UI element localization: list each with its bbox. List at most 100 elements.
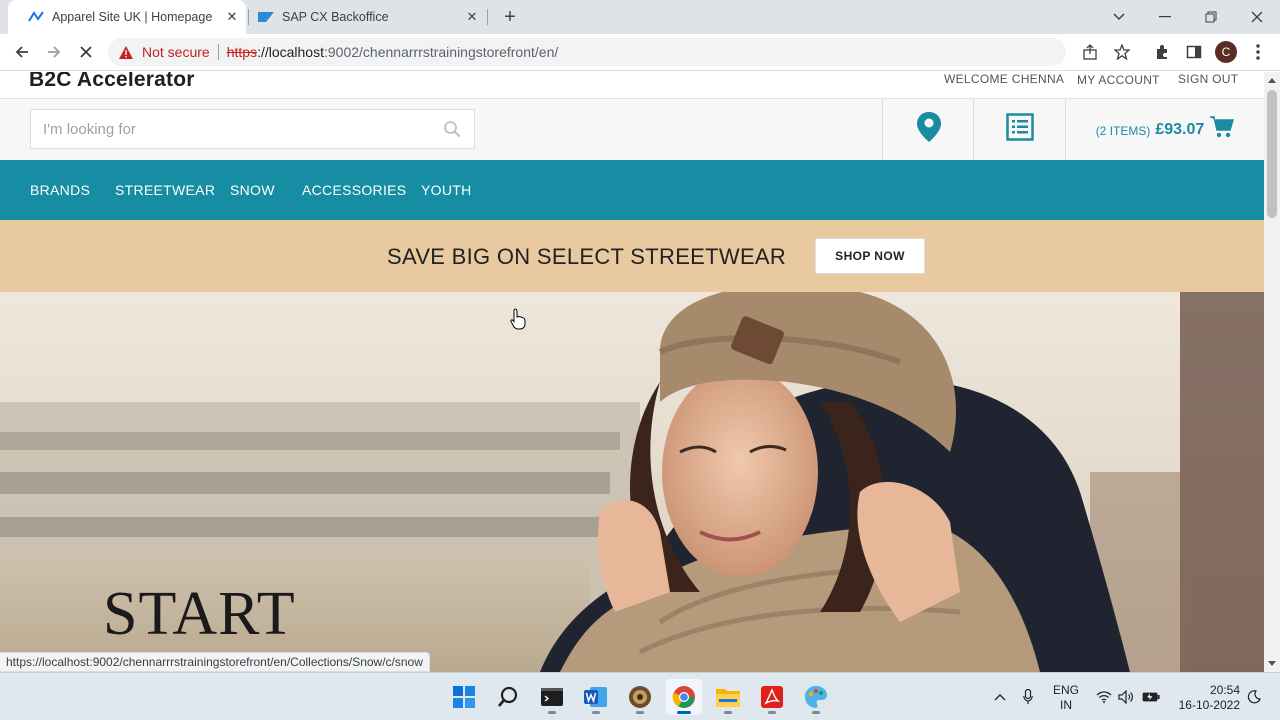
language-indicator[interactable]: ENG IN xyxy=(1048,683,1084,713)
running-indicator xyxy=(812,711,820,714)
nav-streetwear[interactable]: STREETWEAR xyxy=(115,182,215,198)
chrome-icon xyxy=(672,686,695,708)
bookmark-star-icon[interactable] xyxy=(1113,43,1131,61)
url-scheme: https xyxy=(226,44,258,60)
sap-favicon-icon xyxy=(28,9,44,25)
side-panel-icon[interactable] xyxy=(1185,43,1203,61)
security-label[interactable]: Not secure xyxy=(142,44,210,60)
profile-avatar[interactable]: C xyxy=(1215,41,1237,63)
scroll-down-arrow-icon[interactable] xyxy=(1268,661,1276,666)
nav-brands[interactable]: BRANDS xyxy=(30,182,90,198)
battery-status[interactable] xyxy=(1140,673,1162,720)
acrobat-app[interactable] xyxy=(754,679,790,715)
tab-title: Apparel Site UK | Homepage xyxy=(52,10,213,24)
url-host: ://localhost xyxy=(257,44,324,60)
new-tab-button[interactable]: + xyxy=(498,5,522,29)
chrome-app[interactable] xyxy=(666,679,702,715)
microphone-button[interactable] xyxy=(1018,673,1038,720)
stop-loading-button[interactable] xyxy=(73,39,99,65)
warning-icon[interactable] xyxy=(118,44,134,60)
menu-kebab-icon[interactable] xyxy=(1249,43,1267,61)
speaker-icon xyxy=(1118,690,1133,704)
windows-taskbar: ENG IN 20:54 16-10-2022 xyxy=(0,672,1280,720)
site-top-bar: B2C Accelerator WELCOME CHENNA MY ACCOUN… xyxy=(0,72,1264,99)
store-finder-button[interactable] xyxy=(882,99,974,160)
address-bar[interactable]: Not secure https://localhost:9002/chenna… xyxy=(108,38,1066,66)
sap-favicon-icon xyxy=(258,9,274,25)
close-tab-icon[interactable]: ✕ xyxy=(464,9,480,25)
quick-order-button[interactable] xyxy=(973,99,1065,160)
chevron-up-icon xyxy=(994,694,1006,701)
sign-out-link[interactable]: SIGN OUT xyxy=(1178,72,1238,86)
microphone-icon xyxy=(1023,689,1033,704)
nav-youth[interactable]: YOUTH xyxy=(421,182,472,198)
language-code: ENG xyxy=(1052,683,1079,697)
windows-logo-icon xyxy=(453,686,475,708)
my-account-link[interactable]: MY ACCOUNT xyxy=(1077,73,1160,87)
tab-sap-backoffice[interactable]: SAP CX Backoffice ✕ xyxy=(238,0,486,34)
search-icon[interactable] xyxy=(442,119,462,139)
word-app[interactable] xyxy=(578,679,614,715)
volume-status[interactable] xyxy=(1116,673,1136,720)
list-icon xyxy=(1005,113,1034,146)
terminal-app[interactable] xyxy=(534,679,570,715)
url-path: :9002/chennarrrstrainingstorefront/en/ xyxy=(324,44,559,60)
tab-apparel-site[interactable]: Apparel Site UK | Homepage ✕ xyxy=(8,0,246,34)
share-icon[interactable] xyxy=(1081,43,1099,61)
running-indicator xyxy=(548,711,556,714)
terminal-icon xyxy=(541,688,563,706)
search-button[interactable] xyxy=(490,679,526,715)
site-logo[interactable]: B2C Accelerator xyxy=(29,72,195,92)
cart-item-count: (2 ITEMS) xyxy=(1095,123,1151,138)
palette-icon xyxy=(805,686,827,708)
omnibox-divider xyxy=(217,44,219,60)
browser-toolbar: Not secure https://localhost:9002/chenna… xyxy=(0,34,1280,71)
search-input[interactable] xyxy=(43,120,442,138)
close-window-button[interactable] xyxy=(1234,0,1280,34)
wifi-status[interactable] xyxy=(1094,673,1114,720)
welcome-link[interactable]: WELCOME CHENNA xyxy=(944,72,1064,86)
nav-snow[interactable]: SNOW xyxy=(230,182,275,198)
forward-button[interactable] xyxy=(41,39,67,65)
notifications-button[interactable] xyxy=(1244,673,1264,720)
app-badge-icon xyxy=(629,686,651,708)
folder-icon xyxy=(716,689,740,707)
show-hidden-icons-button[interactable] xyxy=(990,673,1010,720)
word-icon xyxy=(584,687,607,707)
running-indicator xyxy=(768,711,776,714)
clock-time: 20:54 xyxy=(1209,683,1240,697)
search-icon xyxy=(498,686,518,707)
running-indicator xyxy=(677,711,691,714)
cart-total: £93.07 xyxy=(1155,120,1205,138)
mini-cart[interactable]: (2 ITEMS) £93.07 xyxy=(1065,99,1264,160)
promo-banner[interactable]: SAVE BIG ON SELECT STREETWEAR SHOP NOW xyxy=(0,220,1264,292)
page-viewport: B2C Accelerator WELCOME CHENNA MY ACCOUN… xyxy=(0,72,1264,672)
start-button[interactable] xyxy=(446,679,482,715)
running-indicator xyxy=(724,711,732,714)
back-button[interactable] xyxy=(9,39,35,65)
minimize-button[interactable] xyxy=(1142,0,1188,34)
search-box xyxy=(30,109,475,149)
hero-banner[interactable]: START xyxy=(0,292,1264,672)
page-scrollbar[interactable] xyxy=(1264,72,1280,672)
extensions-icon[interactable] xyxy=(1153,43,1171,61)
location-pin-icon xyxy=(916,112,941,147)
running-indicator xyxy=(592,711,600,714)
game-app[interactable] xyxy=(622,679,658,715)
wifi-icon xyxy=(1096,691,1112,703)
shop-now-button[interactable]: SHOP NOW xyxy=(815,238,925,274)
scroll-thumb[interactable] xyxy=(1267,90,1277,218)
file-explorer-app[interactable] xyxy=(710,679,746,715)
tab-title: SAP CX Backoffice xyxy=(282,10,389,24)
taskbar-clock[interactable]: 20:54 16-10-2022 xyxy=(1168,683,1240,713)
pdf-icon xyxy=(761,686,783,708)
nav-accessories[interactable]: ACCESSORIES xyxy=(302,182,406,198)
link-status-bar: https://localhost:9002/chennarrrstrainin… xyxy=(0,652,430,672)
region-code: IN xyxy=(1060,698,1072,712)
paint-app[interactable] xyxy=(798,679,834,715)
restore-button[interactable] xyxy=(1188,0,1234,34)
tab-search-icon[interactable] xyxy=(1096,0,1142,34)
hand-cursor-icon xyxy=(510,308,526,330)
scroll-up-arrow-icon[interactable] xyxy=(1268,78,1276,83)
site-header: (2 ITEMS) £93.07 xyxy=(0,99,1264,160)
